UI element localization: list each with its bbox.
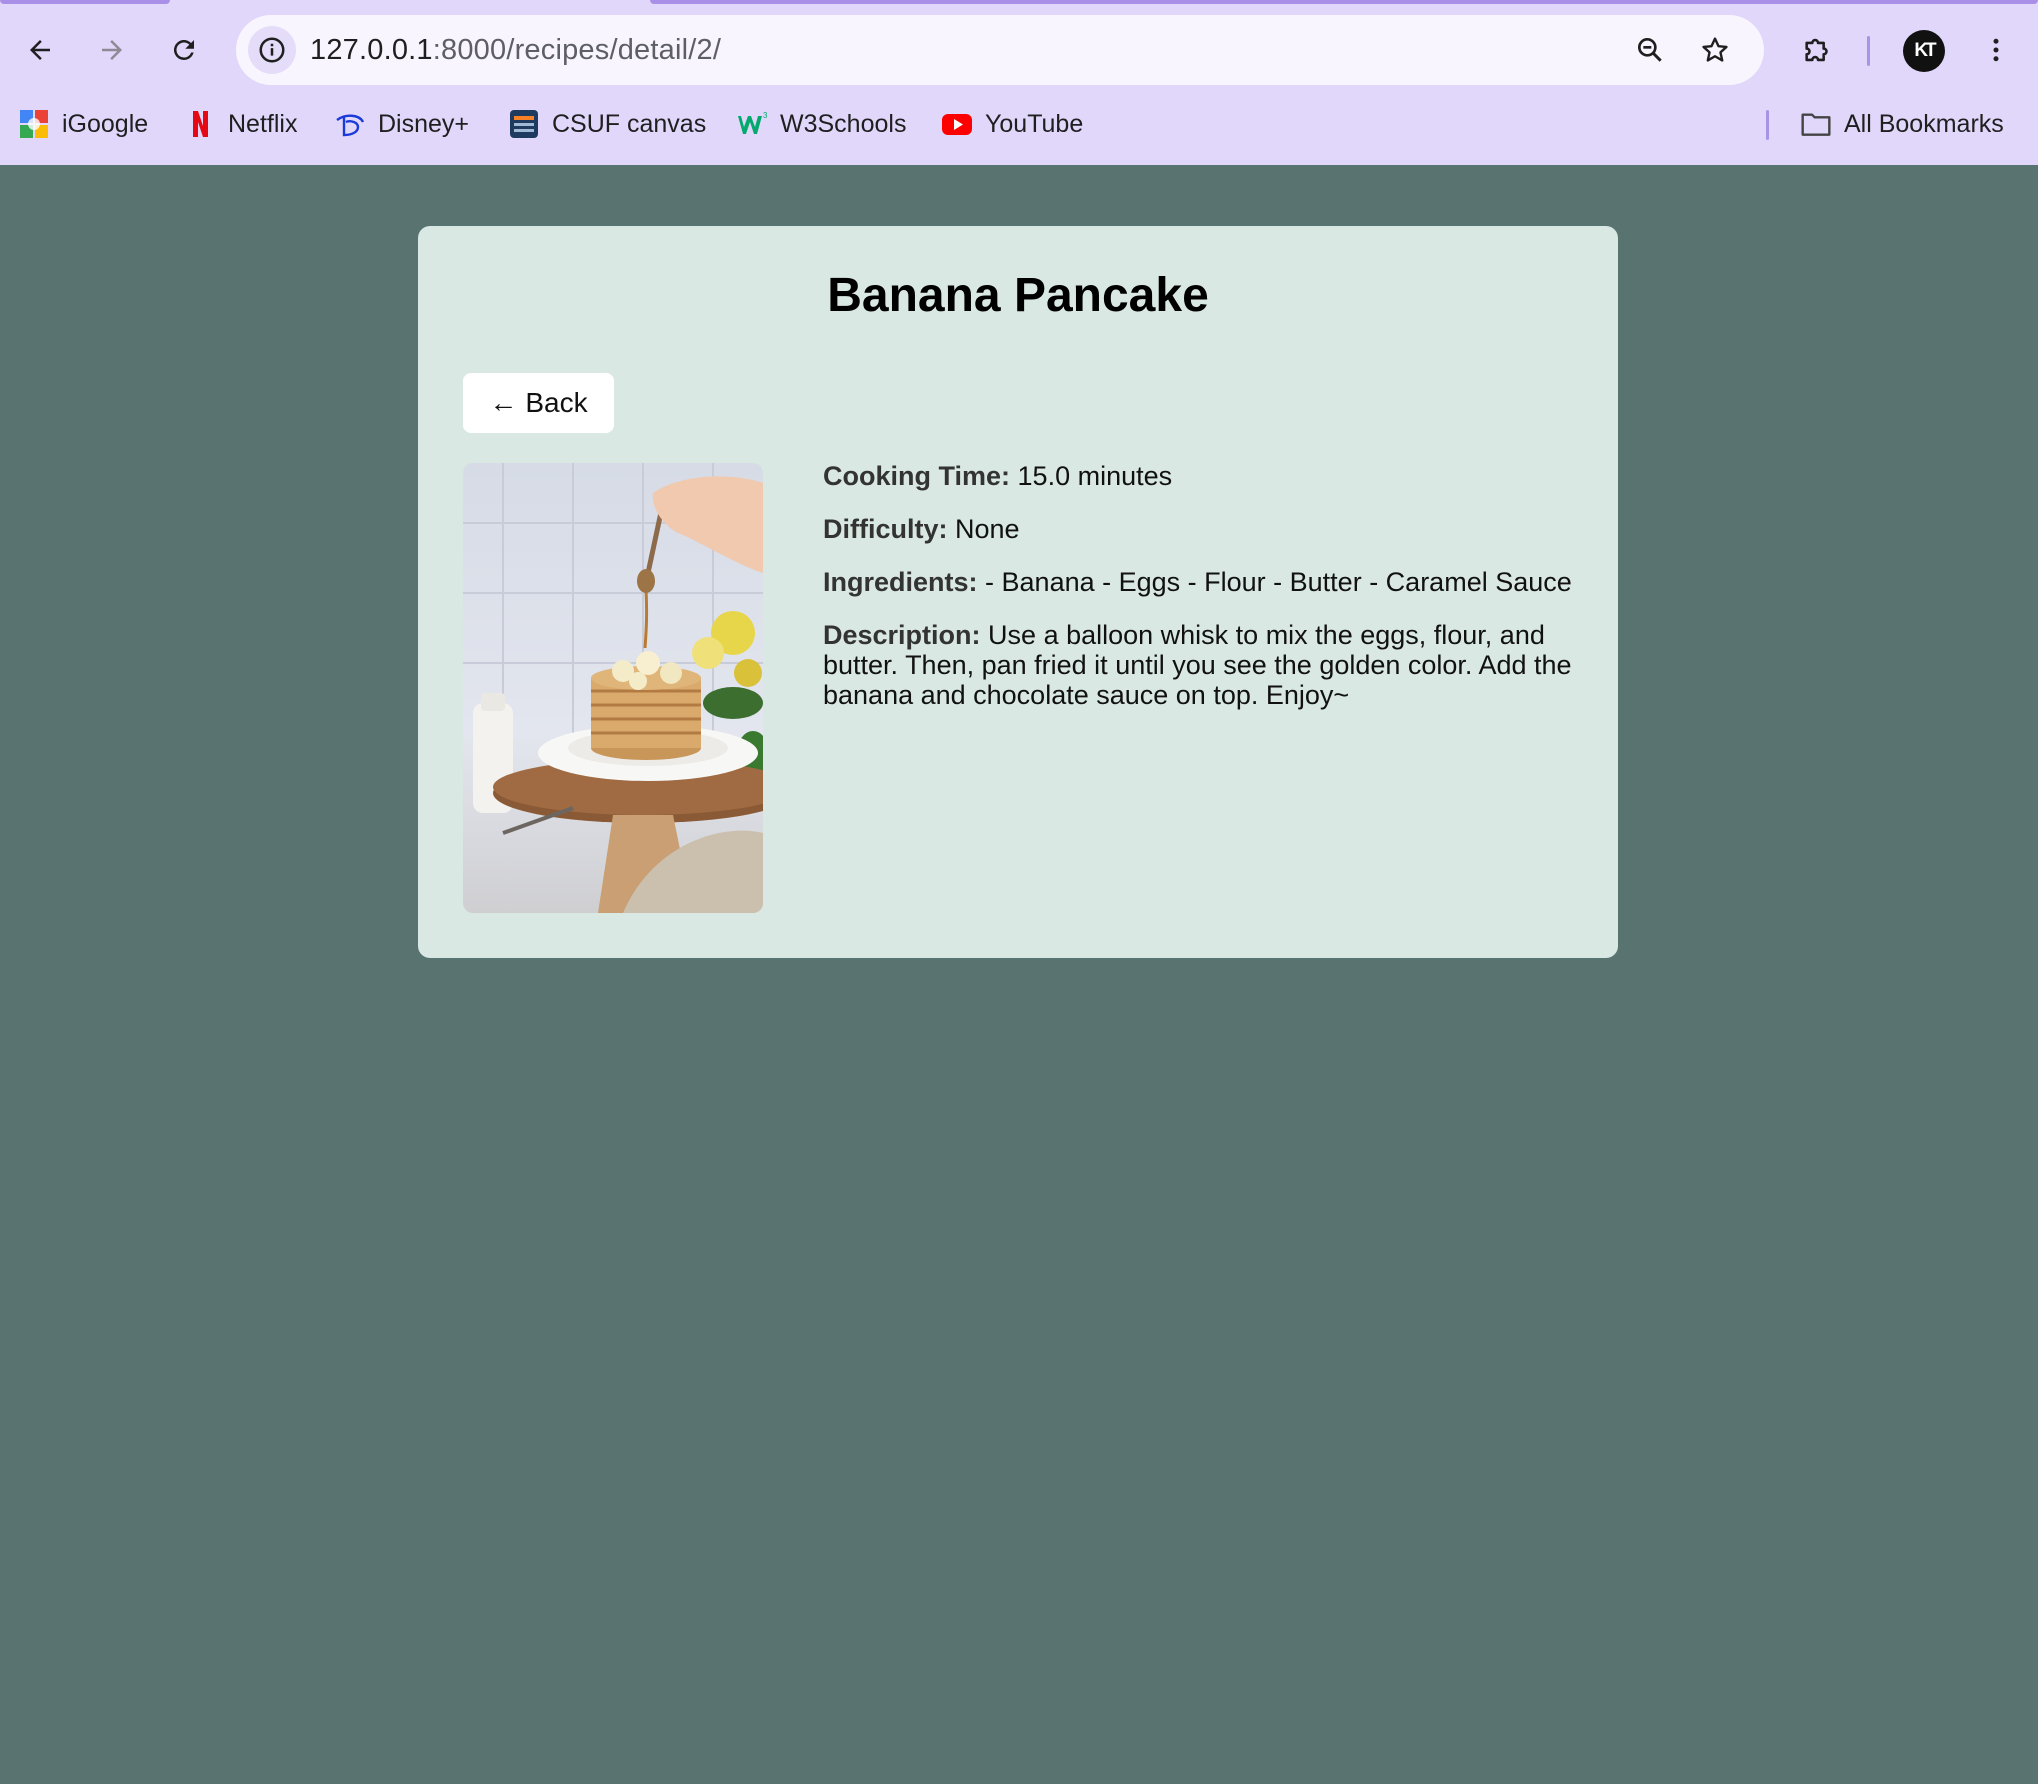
ingredients-row: Ingredients: - Banana - Eggs - Flour - B… — [823, 567, 1583, 597]
url-text: 127.0.0.1:8000/recipes/detail/2/ — [310, 34, 721, 67]
bookmark-label: CSUF canvas — [552, 109, 707, 138]
puzzle-icon — [1805, 38, 1828, 62]
zoom-out-icon — [1638, 37, 1662, 62]
svg-text:3: 3 — [763, 111, 768, 120]
browser-chrome: 127.0.0.1:8000/recipes/detail/2/ KT iGoo… — [0, 0, 2038, 165]
back-nav-button[interactable] — [16, 26, 64, 74]
cooking-time-label: Cooking Time: — [823, 461, 1011, 491]
netflix-icon — [184, 108, 216, 140]
cooking-time-row: Cooking Time: 15.0 minutes — [823, 461, 1583, 491]
arrow-right-icon — [102, 40, 122, 60]
profile-initials: KT — [1914, 40, 1936, 61]
site-info-button[interactable] — [248, 26, 296, 74]
reload-button[interactable] — [160, 26, 208, 74]
back-button[interactable]: ← Back — [463, 373, 614, 433]
bookmark-igoogle[interactable]: iGoogle — [18, 104, 148, 144]
reload-icon — [173, 39, 194, 60]
browser-menu-button[interactable] — [1972, 26, 2020, 74]
recipe-photo — [463, 463, 763, 913]
folder-icon — [1800, 108, 1832, 140]
info-icon — [259, 37, 285, 63]
all-bookmarks-label: All Bookmarks — [1844, 109, 2004, 138]
address-bar[interactable]: 127.0.0.1:8000/recipes/detail/2/ — [236, 15, 1764, 85]
difficulty-label: Difficulty: — [823, 514, 948, 544]
kebab-menu-icon — [1993, 38, 1999, 62]
recipe-details: Cooking Time: 15.0 minutes Difficulty: N… — [823, 461, 1583, 733]
ingredients-value: - Banana - Eggs - Flour - Butter - Caram… — [985, 567, 1572, 597]
page-title: Banana Pancake — [827, 269, 1209, 322]
difficulty-value: None — [955, 514, 1020, 544]
banana-pancake-image — [463, 463, 763, 913]
forward-nav-button[interactable] — [88, 26, 136, 74]
disney-icon — [334, 108, 366, 140]
back-button-label: Back — [525, 387, 588, 418]
profile-avatar[interactable]: KT — [1903, 30, 1945, 72]
arrow-left-icon — [30, 40, 50, 60]
star-icon — [1702, 37, 1728, 62]
youtube-icon — [941, 108, 973, 140]
toolbar-separator — [1867, 36, 1870, 66]
all-bookmarks-button[interactable]: All Bookmarks — [1800, 104, 2004, 144]
extensions-button[interactable] — [1794, 26, 1842, 74]
url-host: 127.0.0.1 — [310, 34, 433, 66]
ingredients-label: Ingredients: — [823, 567, 978, 597]
bookmark-star-button[interactable] — [1695, 30, 1735, 70]
recipe-card: Banana Pancake ← Back Cooking Time: 15.0… — [418, 226, 1618, 958]
zoom-button[interactable] — [1630, 30, 1670, 70]
difficulty-row: Difficulty: None — [823, 514, 1583, 544]
tab-strip-edge — [650, 0, 2038, 4]
cooking-time-value: 15.0 minutes — [1017, 461, 1173, 491]
bookmark-label: Disney+ — [378, 109, 470, 138]
bookmark-disney[interactable]: Disney+ — [334, 104, 469, 144]
description-row: Description: Use a balloon whisk to mix … — [823, 620, 1583, 710]
bookmark-youtube[interactable]: YouTube — [941, 104, 1083, 144]
description-label: Description: — [823, 620, 981, 650]
bookmarks-separator — [1766, 110, 1769, 140]
tab-strip-edge — [0, 0, 170, 4]
url-path: :8000/recipes/detail/2/ — [432, 34, 722, 66]
igoogle-icon — [18, 108, 50, 140]
csuf-icon — [508, 108, 540, 140]
bookmark-label: Netflix — [228, 109, 298, 138]
bookmarks-bar: iGoogle Netflix Disney+ CSUF canvas 3 W3… — [0, 100, 2038, 148]
bookmark-netflix[interactable]: Netflix — [184, 104, 297, 144]
back-arrow-icon: ← — [489, 387, 518, 418]
bookmark-label: W3Schools — [780, 109, 907, 138]
bookmark-csuf-canvas[interactable]: CSUF canvas — [508, 104, 706, 144]
bookmark-w3schools[interactable]: 3 W3Schools — [736, 104, 906, 144]
bookmark-label: YouTube — [985, 109, 1084, 138]
w3schools-icon: 3 — [736, 108, 768, 140]
bookmark-label: iGoogle — [62, 109, 149, 138]
